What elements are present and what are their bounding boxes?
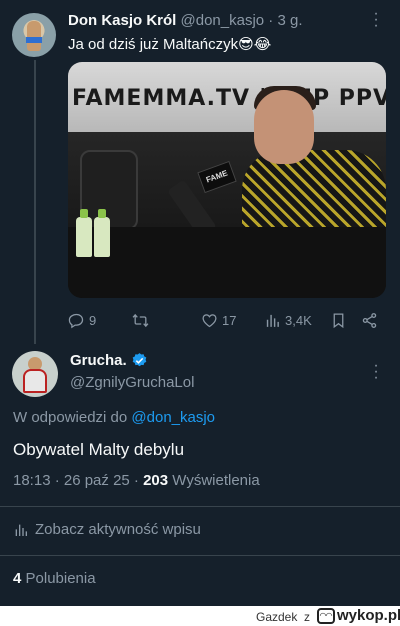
photo-banner-text: FAMEMMA.TV | KUP PPV JUŻ: [72, 86, 386, 111]
tweet2-timestamp[interactable]: 18:13 · 26 paź 25 ·: [13, 472, 143, 489]
repost-icon: [132, 313, 149, 327]
bookmark-button[interactable]: [330, 308, 347, 332]
wykop-site-name: wykop.pl: [337, 607, 400, 624]
divider: [0, 555, 400, 556]
tweet1-handle[interactable]: @don_kasjo: [181, 12, 265, 29]
share-icon: [362, 312, 377, 328]
tweet1-text: Ja od dziś już Maltańczyk😎😂: [68, 36, 272, 53]
tweet2-display-name-row: Grucha.: [70, 352, 148, 369]
tweet1-display-name[interactable]: Don Kasjo Król: [68, 12, 176, 29]
tweet1-actions: 9 17 3,4K: [68, 308, 386, 332]
wykop-logo[interactable]: ◠◠ wykop.pl: [317, 607, 400, 624]
thread-line: [34, 60, 36, 344]
reply-button[interactable]: 9: [68, 308, 96, 332]
footer-attribution: Gazdek z: [256, 610, 310, 624]
tweet1-header: Don Kasjo Król @don_kasjo · 3 g.: [68, 12, 303, 29]
tweet2-display-name[interactable]: Grucha.: [70, 352, 127, 369]
share-button[interactable]: [361, 308, 378, 332]
likes-summary[interactable]: 4 Polubienia: [13, 570, 96, 587]
tweet2-views-label: Wyświetlenia: [168, 472, 260, 489]
like-button[interactable]: 17: [201, 308, 236, 332]
tweet1-media-photo[interactable]: FAMEMMA.TV | KUP PPV JUŻ FAME: [68, 62, 386, 298]
avatar-grucha[interactable]: [12, 351, 58, 397]
analytics-bar-icon: [15, 524, 27, 536]
footer-z: z: [304, 610, 311, 624]
more-options-icon[interactable]: · · ·: [371, 6, 381, 34]
reply-icon: [68, 313, 84, 328]
twitter-screenshot: Don Kasjo Król @don_kasjo · 3 g. · · · Ja …: [0, 0, 400, 606]
repost-button[interactable]: [132, 308, 153, 332]
verified-badge-icon: [132, 353, 146, 367]
wykop-footer: Gazdek z ◠◠ wykop.pl: [0, 606, 400, 626]
footer-user[interactable]: Gazdek: [256, 610, 297, 624]
tweet2-views-count: 203: [143, 472, 169, 489]
divider: [0, 506, 400, 507]
tweet2-handle[interactable]: @ZgnilyGruchaLol: [70, 374, 194, 391]
reply-context-label: W odpowiedzi do: [13, 409, 132, 426]
tweet2-meta: 18:13 · 26 paź 25 · 203 Wyświetlenia: [13, 472, 260, 489]
tweet1-time[interactable]: · 3 g.: [264, 12, 302, 29]
post-activity-label: Zobacz aktywność wpisu: [35, 521, 201, 538]
wykop-logo-icon: ◠◠: [317, 607, 335, 624]
views-bar-chart-icon: [266, 314, 279, 327]
reply-to-handle-link[interactable]: @don_kasjo: [131, 409, 215, 426]
views-button[interactable]: 3,4K: [264, 308, 312, 332]
photo-banner: FAMEMMA.TV | KUP PPV JUŻ: [68, 62, 386, 132]
reply-context: W odpowiedzi do @don_kasjo: [13, 409, 215, 426]
views-count: 3,4K: [285, 312, 312, 328]
likes-label: Polubienia: [21, 570, 96, 587]
heart-icon: [202, 313, 217, 327]
bookmark-icon: [333, 312, 344, 328]
tweet2-text: Obywatel Malty debylu: [13, 440, 185, 459]
reply-count: 9: [89, 312, 97, 328]
post-activity-link[interactable]: Zobacz aktywność wpisu: [13, 521, 201, 538]
avatar-don-kasjo[interactable]: [12, 13, 56, 57]
like-count: 17: [222, 312, 237, 328]
more-options-icon[interactable]: · · ·: [371, 358, 381, 386]
